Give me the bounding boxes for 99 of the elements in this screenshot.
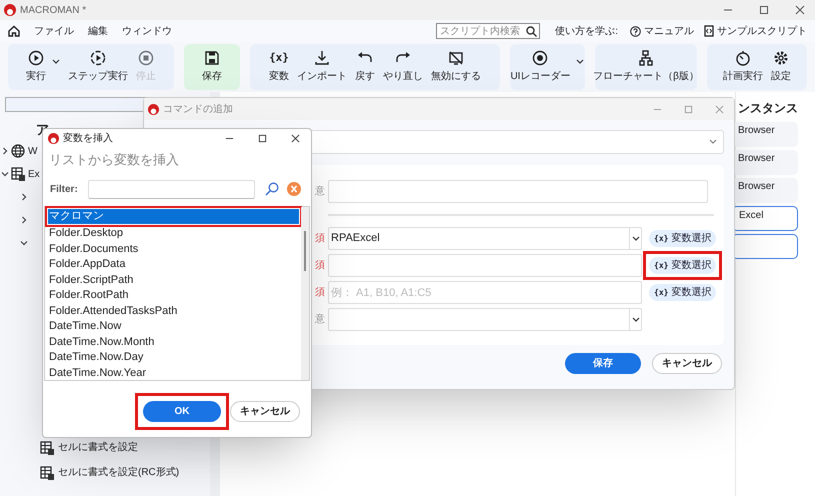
variable-list-item[interactable]: Folder.Documents <box>48 242 301 257</box>
toolbar-button[interactable]: 設定 <box>769 50 793 84</box>
close-icon[interactable] <box>795 5 805 15</box>
chevron-down-icon <box>709 139 717 145</box>
field-label: 意 <box>315 184 325 199</box>
combo-box[interactable]: RPAExcel <box>328 227 642 250</box>
maximize-icon[interactable] <box>759 5 769 15</box>
chevron-down-icon[interactable] <box>632 316 640 322</box>
variable-list-item[interactable]: DateTime.Now.Month <box>48 334 301 350</box>
save-button[interactable]: 保存 <box>565 353 641 374</box>
field-label: 須 <box>315 259 325 273</box>
chevron-down-icon[interactable] <box>632 236 640 242</box>
window-title: MACROMAN * <box>20 4 86 18</box>
instance-card[interactable]: Browser <box>732 178 798 203</box>
field-label: 須 <box>315 286 325 300</box>
field-label: 須 <box>315 232 325 246</box>
action-item[interactable]: セルに書式を設定 <box>40 440 180 455</box>
menu-item[interactable]: ファイル <box>34 24 74 38</box>
input-field[interactable] <box>328 180 708 203</box>
toolbar-button[interactable]: 計画実行 <box>721 50 765 84</box>
toolbar-button[interactable]: フローチャート（β版） <box>591 50 701 84</box>
chevron-right-icon[interactable] <box>20 216 28 224</box>
chevron-right-icon[interactable] <box>20 193 28 201</box>
chevron-down-icon[interactable] <box>20 239 28 247</box>
chevron-down-icon[interactable] <box>52 59 60 65</box>
spreadsheet-icon <box>40 466 54 480</box>
maximize-icon[interactable] <box>258 134 267 142</box>
save-icon <box>204 50 220 66</box>
panel-heading: ア <box>36 121 49 139</box>
toolbar-button[interactable]: 戻す <box>353 50 377 84</box>
variable-list-item[interactable]: DateTime.Now.Year <box>48 366 301 381</box>
app-logo-icon <box>148 104 159 114</box>
app-logo-icon <box>48 132 59 144</box>
help-icon <box>630 26 641 36</box>
chevron-down-icon[interactable] <box>576 59 584 65</box>
crossed-screen-icon <box>448 50 464 66</box>
variable-list-item[interactable]: Folder.RootPath <box>48 288 301 304</box>
variable-list-item[interactable]: DateTime.Now <box>48 319 301 334</box>
dialog-heading: リストから変数を挿入 <box>49 151 180 169</box>
spreadsheet-icon <box>11 167 25 181</box>
variable-list-item[interactable]: Folder.AppData <box>48 257 301 272</box>
variable-list-item[interactable]: マクロマン <box>48 208 299 224</box>
filter-field[interactable] <box>88 180 255 198</box>
spreadsheet-icon <box>40 440 54 454</box>
flowchart-icon <box>638 50 654 66</box>
toolbar-button[interactable]: 無効にする <box>429 50 483 84</box>
dialog-title: コマンドの追加 <box>163 102 233 116</box>
timer-icon <box>735 50 751 66</box>
dialog-title: 変数を挿入 <box>63 132 113 146</box>
script-icon <box>704 25 714 37</box>
stop-icon <box>138 50 154 66</box>
home-icon[interactable] <box>8 25 20 37</box>
action-item[interactable]: セルに書式を設定(RC形式) <box>40 465 180 480</box>
variable-select-button[interactable]: {x} 変数選択 <box>649 230 716 247</box>
panel-heading: ンスタンス <box>738 100 798 117</box>
field-label: 意 <box>315 312 325 327</box>
toolbar-button[interactable]: 保存 <box>200 50 224 84</box>
input-field[interactable] <box>328 254 642 277</box>
variable-select-button[interactable]: {x} 変数選択 <box>649 284 716 301</box>
input-field[interactable]: 例： A1, B10, A1:C5 <box>328 281 642 304</box>
globe-icon <box>11 144 25 158</box>
search-field[interactable]: スクリプト内検索 <box>436 23 540 39</box>
step-play-icon <box>90 50 106 66</box>
play-icon <box>28 50 44 66</box>
toolbar-button[interactable]: 実行 <box>24 50 62 84</box>
instance-card[interactable]: Browser <box>732 122 798 147</box>
toolbar-button[interactable]: {x} 変数 <box>267 50 291 84</box>
filter-label: Filter: <box>50 182 79 196</box>
tree-item[interactable]: Ex <box>28 166 40 182</box>
variable-list-item[interactable]: Folder.AttendedTasksPath <box>48 304 301 319</box>
variable-select-button[interactable]: {x} 変数選択 <box>649 257 716 274</box>
variable-list-item[interactable]: Folder.ScriptPath <box>48 272 301 288</box>
toolbar-button[interactable]: インポート <box>295 50 349 84</box>
help-link[interactable]: マニュアル <box>630 24 694 38</box>
chevron-down-icon[interactable] <box>1 170 9 178</box>
menu-item[interactable]: 編集 <box>88 24 108 38</box>
menu-item[interactable]: ウィンドウ <box>122 24 172 38</box>
help-link[interactable]: サンプルスクリプト <box>704 24 807 38</box>
toolbar-button[interactable]: UIレコーダー <box>508 50 586 84</box>
ok-button[interactable]: OK <box>143 400 221 422</box>
toolbar-button[interactable]: やり直し <box>381 50 425 84</box>
chevron-right-icon[interactable] <box>1 147 9 155</box>
instance-card[interactable]: Browser <box>732 150 798 175</box>
tree-item[interactable]: W <box>28 144 38 158</box>
toolbar-button[interactable]: ステップ実行 <box>66 50 130 84</box>
close-icon[interactable] <box>291 134 300 142</box>
learn-label: 使い方を学ぶ: <box>555 24 618 38</box>
cancel-button[interactable]: キャンセル <box>230 400 300 422</box>
cancel-button[interactable]: キャンセル <box>652 353 722 374</box>
variable-icon: {x} <box>269 50 289 66</box>
settings-icon <box>773 50 789 66</box>
instance-card[interactable] <box>732 234 798 259</box>
record-icon <box>532 50 548 66</box>
app-logo-icon <box>4 4 16 16</box>
scrollbar-thumb[interactable] <box>304 230 306 270</box>
instance-card[interactable]: Excel <box>732 206 798 231</box>
variable-list-item[interactable]: Folder.Desktop <box>48 226 301 242</box>
variable-list-item[interactable]: DateTime.Now.Day <box>48 350 301 366</box>
download-icon <box>314 50 330 66</box>
